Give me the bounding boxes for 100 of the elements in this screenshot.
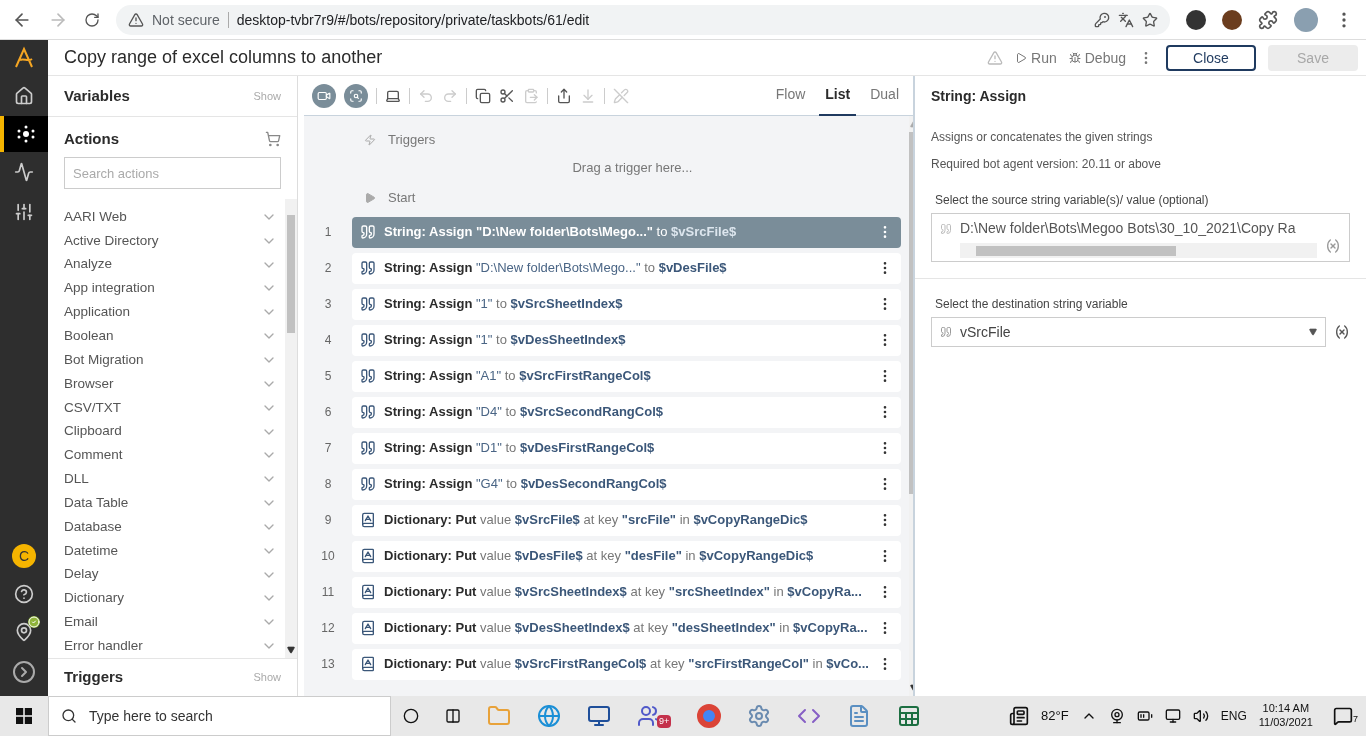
section-label: Triggers bbox=[388, 131, 436, 150]
clock-time[interactable]: 10:14 AM bbox=[1262, 702, 1310, 716]
scrollbar-thumb[interactable] bbox=[287, 215, 295, 333]
line-number: 1 bbox=[323, 224, 333, 240]
variable-icon[interactable] bbox=[1334, 324, 1350, 340]
search-field[interactable]: Search actions bbox=[64, 157, 281, 189]
key-icon[interactable] bbox=[1094, 11, 1110, 28]
user-avatar[interactable]: C bbox=[12, 544, 36, 568]
action-category[interactable]: Database bbox=[48, 514, 285, 539]
action-row[interactable]: Dictionary: Put value $vSrcSheetIndex$ at key "srcSheetIndex" in $vCopyRa... bbox=[352, 576, 901, 608]
inspect-button[interactable] bbox=[344, 83, 368, 108]
extension-icon[interactable] bbox=[1222, 9, 1242, 30]
reload-icon[interactable] bbox=[84, 11, 100, 28]
line-number: 2 bbox=[323, 260, 333, 276]
action-row[interactable]: String: Assign "A1" to $vSrcFirstRangeCol$ bbox=[352, 360, 901, 392]
translate-icon[interactable] bbox=[1118, 11, 1134, 28]
action-row[interactable]: Dictionary: Put value $vDesSheetIndex$ at key "desSheetIndex" in $vCopyRa... bbox=[352, 612, 901, 644]
action-category[interactable]: Bot Migration bbox=[48, 348, 285, 372]
cart-icon[interactable] bbox=[265, 131, 281, 147]
close-button[interactable]: Close bbox=[1166, 44, 1256, 71]
star-icon[interactable] bbox=[1142, 11, 1158, 28]
action-row[interactable]: String: Assign "G4" to $vDesSecondRangCol$ bbox=[352, 468, 901, 500]
action-row[interactable]: Dictionary: Put value $vSrcFile$ at key "srcFile" in $vCopyRangeDic$ bbox=[352, 504, 901, 536]
scrollbar-thumb[interactable] bbox=[976, 245, 1176, 256]
profile-avatar[interactable] bbox=[1294, 7, 1318, 32]
horizontal-scrollbar[interactable] bbox=[960, 243, 1317, 258]
record-button[interactable] bbox=[312, 83, 336, 108]
action-category[interactable]: Dictionary bbox=[48, 586, 285, 611]
action-category[interactable]: Application bbox=[48, 300, 285, 325]
action-category[interactable]: Clipboard bbox=[48, 419, 285, 444]
browser-icon[interactable] bbox=[697, 704, 722, 728]
task-view-icon[interactable] bbox=[445, 708, 461, 724]
notifications-icon[interactable] bbox=[1333, 706, 1353, 726]
action-row[interactable]: String: Assign "1" to $vSrcSheetIndex$ bbox=[352, 288, 901, 320]
gear-icon[interactable] bbox=[747, 704, 772, 728]
monitor-icon[interactable] bbox=[587, 704, 611, 728]
action-text: String: Assign "D:\New folder\Bots\Mego..." to $vDesFile$ bbox=[384, 259, 728, 278]
action-row[interactable]: String: Assign "D1" to $vDesFirstRangeCol$ bbox=[352, 432, 901, 464]
action-category[interactable]: Active Directory bbox=[48, 228, 285, 253]
news-icon[interactable] bbox=[1009, 706, 1030, 726]
extension-icon[interactable] bbox=[1186, 9, 1206, 30]
dictionary-icon bbox=[360, 656, 376, 672]
action-category[interactable]: CSV/TXT bbox=[48, 395, 285, 420]
bug-icon bbox=[1068, 51, 1081, 64]
debug-button[interactable]: Debug bbox=[1068, 47, 1126, 68]
action-row[interactable]: Dictionary: Put value $vDesFile$ at key "desFile" in $vCopyRangeDic$ bbox=[352, 540, 901, 572]
help-icon[interactable] bbox=[14, 584, 34, 604]
logo-icon[interactable] bbox=[12, 46, 36, 70]
action-category[interactable]: Error handler bbox=[48, 634, 285, 659]
weather-text[interactable]: 82°F bbox=[1041, 706, 1069, 726]
view-tab[interactable]: Dual bbox=[864, 75, 905, 116]
action-category[interactable]: Comment bbox=[48, 443, 285, 468]
webcam-icon[interactable] bbox=[1108, 708, 1125, 724]
copy-icon[interactable] bbox=[475, 87, 491, 104]
network-icon[interactable] bbox=[1164, 708, 1181, 724]
action-text: Dictionary: Put value $vDesFile$ at key "desFile" in $vCopyRangeDic$ bbox=[384, 547, 815, 566]
activity-icon[interactable] bbox=[14, 162, 34, 182]
view-tab[interactable]: Flow bbox=[769, 75, 812, 116]
action-category[interactable]: Data Table bbox=[48, 491, 285, 515]
string-icon bbox=[360, 476, 376, 492]
battery-icon[interactable] bbox=[1136, 708, 1153, 724]
windows-icon[interactable] bbox=[16, 708, 32, 724]
run-button[interactable]: Run bbox=[1015, 47, 1057, 68]
scrollbar[interactable] bbox=[285, 199, 297, 658]
action-category[interactable]: Analyze bbox=[48, 252, 285, 277]
expand-icon[interactable] bbox=[12, 660, 36, 684]
taskbar-search[interactable]: Type here to search bbox=[48, 696, 391, 736]
cut-icon[interactable] bbox=[499, 87, 515, 104]
language-indicator[interactable]: ENG bbox=[1220, 707, 1247, 725]
clock-date[interactable]: 11/03/2021 bbox=[1258, 716, 1313, 730]
action-category[interactable]: Datetime bbox=[48, 538, 285, 563]
address-bar[interactable]: Not secure desktop-tvbr7r9/#/bots/repository/private/taskbots/61/edit bbox=[116, 4, 1170, 35]
sliders-icon[interactable] bbox=[14, 202, 34, 222]
action-category[interactable]: App integration bbox=[48, 276, 285, 301]
action-row[interactable]: String: Assign "D4" to $vSrcSecondRangCol$ bbox=[352, 396, 901, 428]
action-row[interactable]: Dictionary: Put value $vSrcFirstRangeCol$ at key "srcFirstRangeCol" in $vCo... bbox=[352, 648, 901, 680]
action-row[interactable]: String: Assign "1" to $vDesSheetIndex$ bbox=[352, 324, 901, 356]
scroll-down-icon[interactable] bbox=[287, 646, 295, 654]
volume-icon[interactable] bbox=[1192, 708, 1209, 724]
cortana-icon[interactable] bbox=[403, 708, 419, 724]
action-category[interactable]: Email bbox=[48, 610, 285, 635]
puzzle-icon[interactable] bbox=[1258, 9, 1278, 30]
bot-title: Copy range of excel columns to another bbox=[64, 46, 384, 69]
nav-item[interactable] bbox=[0, 116, 48, 152]
action-category[interactable]: Boolean bbox=[48, 324, 285, 349]
panel-title: Variables bbox=[64, 85, 131, 106]
spreadsheet-icon[interactable] bbox=[897, 704, 922, 728]
action-category[interactable]: Delay bbox=[48, 562, 285, 587]
export-icon[interactable] bbox=[556, 87, 572, 104]
line-number: 4 bbox=[323, 332, 333, 348]
action-row[interactable]: String: Assign "D:\New folder\Bots\Mego..." to $vDesFile$ bbox=[352, 252, 901, 284]
string-icon bbox=[360, 260, 376, 276]
action-category[interactable]: AARI Web bbox=[48, 205, 285, 229]
browser-icon[interactable] bbox=[537, 704, 561, 728]
dropdown-caret-icon bbox=[1309, 328, 1317, 336]
home-icon[interactable] bbox=[14, 86, 34, 106]
source-field[interactable]: D:\New folder\Bots\Megoo Bots\30_10_2021\Copy Ra bbox=[931, 213, 1350, 262]
action-category[interactable]: DLL bbox=[48, 467, 285, 492]
action-category[interactable]: Browser bbox=[48, 371, 285, 396]
destination-dropdown[interactable]: vSrcFile bbox=[931, 317, 1326, 347]
